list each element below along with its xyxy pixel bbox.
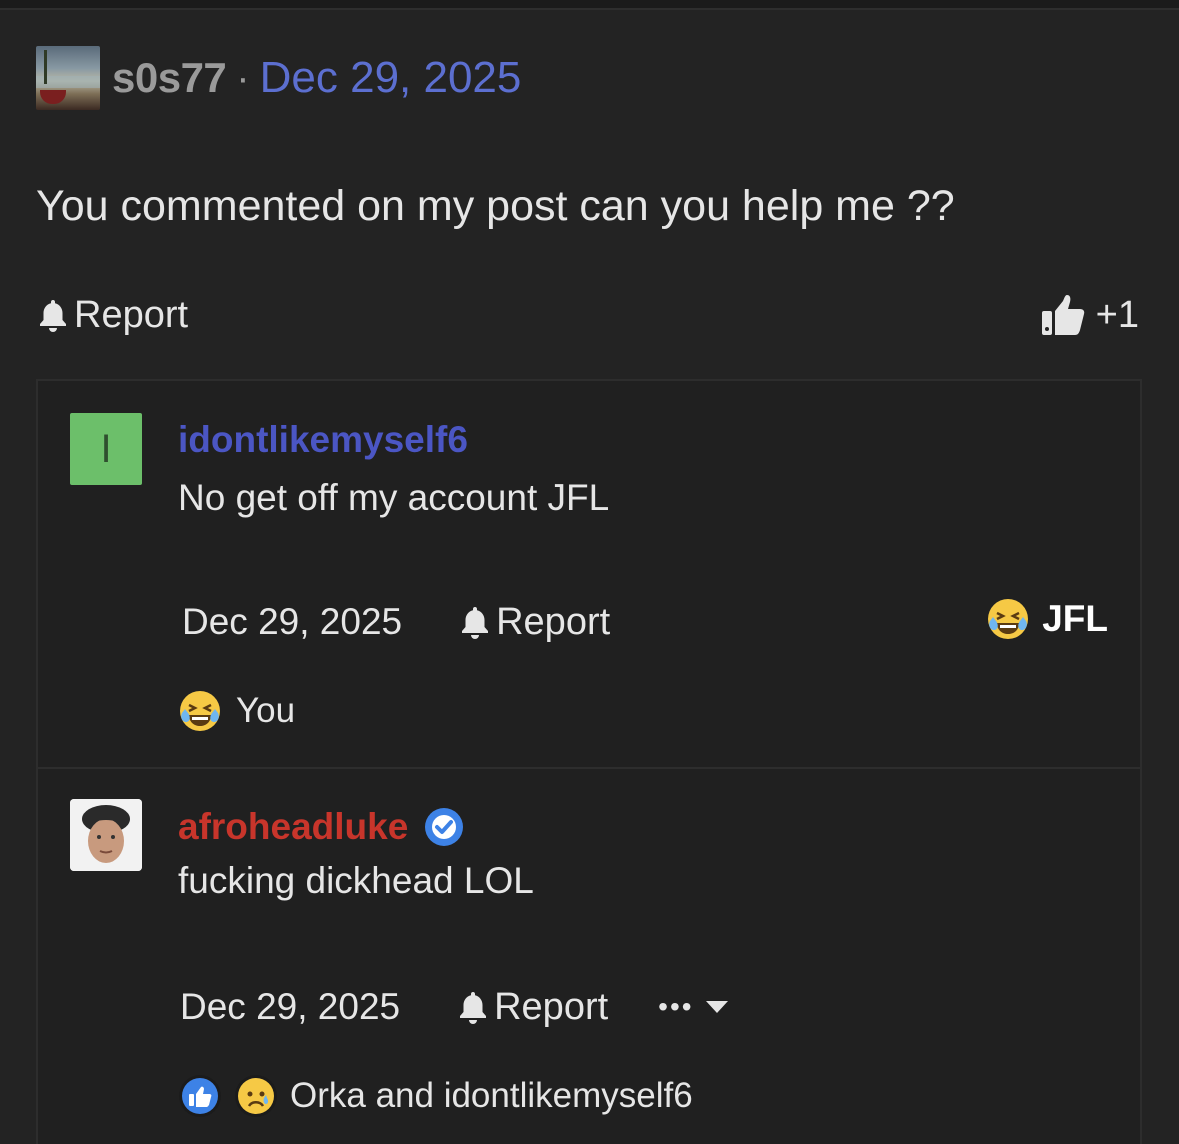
reactions-summary[interactable]: Orka and idontlikemyself6 [178,1074,693,1118]
bell-icon [36,297,70,333]
avatar[interactable] [70,799,142,871]
laughing-crying-emoji-icon [180,691,220,731]
report-label: Report [494,985,609,1028]
reply-text: fucking dickhead LOL [178,860,534,901]
like-count: +1 [1095,293,1139,336]
post-body-text: You commented on my post can you help me… [36,182,955,230]
report-button[interactable]: Report [458,601,610,644]
reply-author-username[interactable]: afroheadluke [178,806,464,848]
post-actions: Report +1 [36,290,1139,340]
separator: · [236,55,250,100]
like-reaction-icon [179,1075,221,1117]
reaction-button[interactable]: JFL [986,597,1108,641]
top-divider [0,0,1179,10]
report-label: Report [496,600,611,643]
post-date-link[interactable]: Dec 29, 2025 [260,53,522,103]
avatar[interactable]: I [70,413,142,485]
reaction-label: JFL [1042,598,1108,639]
report-label: Report [74,293,189,336]
bell-icon [456,989,490,1025]
bell-icon [458,604,492,640]
username-label: afroheadluke [178,806,409,847]
reactions-text: You [236,691,296,730]
thumbs-up-icon [1041,295,1084,335]
reply-date-link[interactable]: Dec 29, 2025 [180,986,400,1028]
post-author-username[interactable]: s0s77 [112,54,227,102]
reply-item: I idontlikemyself6 No get off my account… [38,381,1142,769]
report-button[interactable]: Report [456,986,608,1029]
reactions-summary[interactable]: You [178,689,295,733]
reply-date-link[interactable]: Dec 29, 2025 [182,601,402,643]
verified-check-icon [425,808,464,846]
chevron-down-icon [705,1001,728,1013]
like-button[interactable]: +1 [1040,293,1139,337]
reactions-text: Orka and idontlikemyself6 [290,1076,693,1115]
report-button[interactable]: Report [36,294,188,337]
reply-text: No get off my account JFL [178,477,610,518]
reply-meta: Dec 29, 2025 Report [182,599,610,645]
laughing-crying-emoji-icon [988,599,1029,639]
more-options-button[interactable]: ••• [658,991,729,1023]
sad-reaction-icon [235,1075,277,1117]
post-header: s0s77 · Dec 29, 2025 [36,46,521,110]
more-label: ••• [658,991,694,1022]
reply-author-username[interactable]: idontlikemyself6 [178,419,468,461]
reply-meta: Dec 29, 2025 Report ••• [180,984,730,1030]
avatar[interactable] [36,46,100,110]
